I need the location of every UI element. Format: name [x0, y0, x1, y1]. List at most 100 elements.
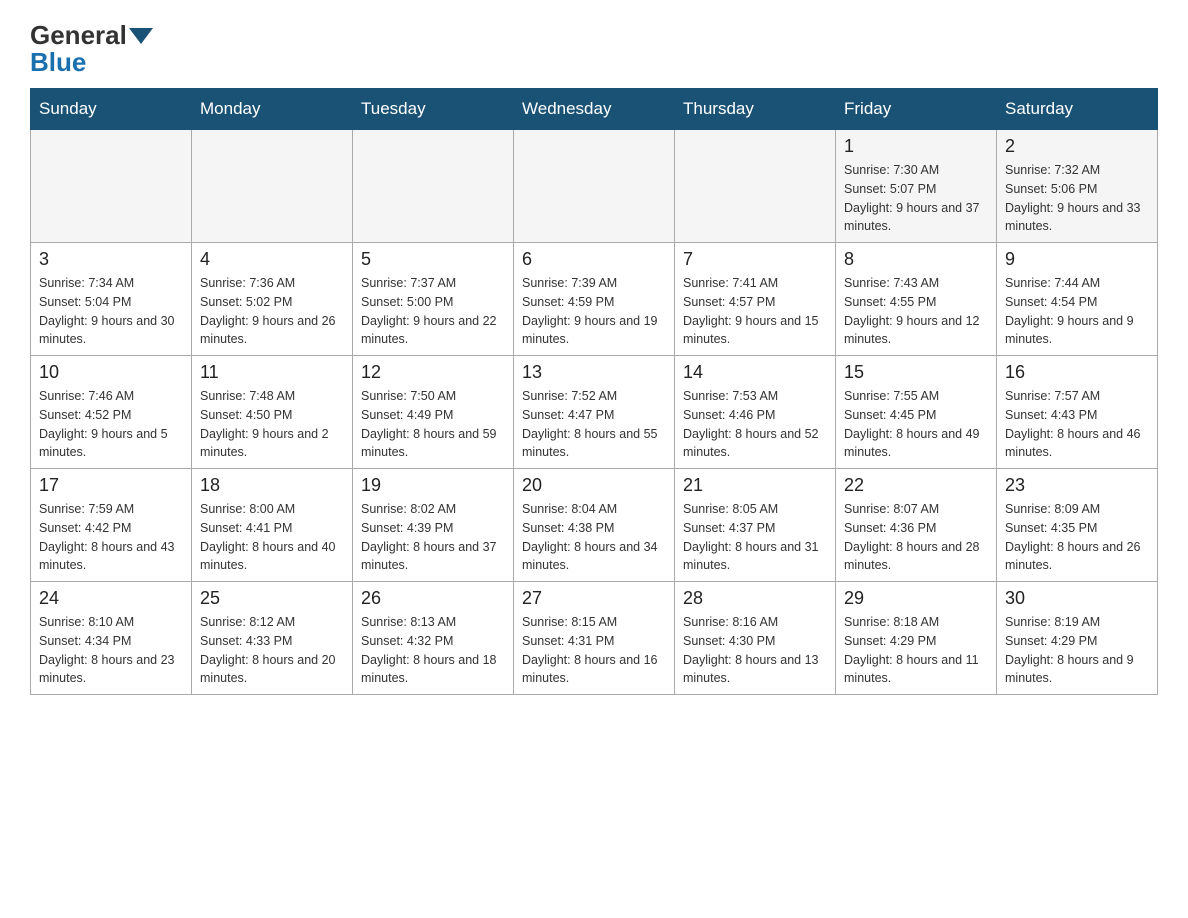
calendar-day-cell: 23Sunrise: 8:09 AM Sunset: 4:35 PM Dayli…: [997, 469, 1158, 582]
weekday-header-saturday: Saturday: [997, 89, 1158, 130]
weekday-header-row: SundayMondayTuesdayWednesdayThursdayFrid…: [31, 89, 1158, 130]
calendar-day-cell: 11 Sunrise: 7:48 AM Sunset: 4:50 PM Dayli…: [192, 356, 353, 469]
day-info: Sunrise: 8:19 AM Sunset: 4:29 PM Dayligh…: [1005, 613, 1149, 688]
calendar-table: SundayMondayTuesdayWednesdayThursdayFrid…: [30, 88, 1158, 695]
day-number: 11: [200, 362, 344, 383]
calendar-day-cell: 4Sunrise: 7:36 AM Sunset: 5:02 PM Daylig…: [192, 243, 353, 356]
calendar-day-cell: 1Sunrise: 7:30 AM Sunset: 5:07 PM Daylig…: [836, 130, 997, 243]
day-info: Sunrise: 7:48 AM Sunset: 4:50 PM Dayligh…: [200, 387, 344, 462]
day-number: 30: [1005, 588, 1149, 609]
calendar-day-cell: [31, 130, 192, 243]
calendar-week-row: 10 Sunrise: 7:46 AM Sunset: 4:52 PM Dayli…: [31, 356, 1158, 469]
day-number: 24: [39, 588, 183, 609]
calendar-day-cell: 28 Sunrise: 8:16 AM Sunset: 4:30 PM Dayli…: [675, 582, 836, 695]
day-info: Sunrise: 7:53 AM Sunset: 4:46 PM Dayligh…: [683, 387, 827, 462]
calendar-day-cell: [192, 130, 353, 243]
calendar-day-cell: 29Sunrise: 8:18 AM Sunset: 4:29 PM Dayli…: [836, 582, 997, 695]
weekday-header-friday: Friday: [836, 89, 997, 130]
weekday-header-monday: Monday: [192, 89, 353, 130]
day-number: 5: [361, 249, 505, 270]
day-number: 2: [1005, 136, 1149, 157]
calendar-day-cell: 9 Sunrise: 7:44 AM Sunset: 4:54 PM Daylig…: [997, 243, 1158, 356]
calendar-day-cell: 27 Sunrise: 8:15 AM Sunset: 4:31 PM Dayli…: [514, 582, 675, 695]
day-number: 12: [361, 362, 505, 383]
day-number: 26: [361, 588, 505, 609]
day-info: Sunrise: 8:02 AM Sunset: 4:39 PM Dayligh…: [361, 500, 505, 575]
page-header: General Blue: [30, 20, 1158, 78]
calendar-day-cell: 17 Sunrise: 7:59 AM Sunset: 4:42 PM Dayli…: [31, 469, 192, 582]
day-number: 15: [844, 362, 988, 383]
day-number: 8: [844, 249, 988, 270]
day-info: Sunrise: 7:44 AM Sunset: 4:54 PM Dayligh…: [1005, 274, 1149, 349]
day-info: Sunrise: 8:12 AM Sunset: 4:33 PM Dayligh…: [200, 613, 344, 688]
logo-arrow-icon: [129, 28, 153, 44]
day-info: Sunrise: 8:07 AM Sunset: 4:36 PM Dayligh…: [844, 500, 988, 575]
calendar-day-cell: 3 Sunrise: 7:34 AM Sunset: 5:04 PM Daylig…: [31, 243, 192, 356]
day-number: 16: [1005, 362, 1149, 383]
day-info: Sunrise: 8:16 AM Sunset: 4:30 PM Dayligh…: [683, 613, 827, 688]
logo[interactable]: General Blue: [30, 20, 155, 78]
day-info: Sunrise: 7:34 AM Sunset: 5:04 PM Dayligh…: [39, 274, 183, 349]
calendar-day-cell: [514, 130, 675, 243]
day-info: Sunrise: 7:55 AM Sunset: 4:45 PM Dayligh…: [844, 387, 988, 462]
day-info: Sunrise: 7:59 AM Sunset: 4:42 PM Dayligh…: [39, 500, 183, 575]
day-info: Sunrise: 8:15 AM Sunset: 4:31 PM Dayligh…: [522, 613, 666, 688]
day-info: Sunrise: 8:13 AM Sunset: 4:32 PM Dayligh…: [361, 613, 505, 688]
calendar-day-cell: 14 Sunrise: 7:53 AM Sunset: 4:46 PM Dayli…: [675, 356, 836, 469]
day-number: 7: [683, 249, 827, 270]
calendar-day-cell: 22 Sunrise: 8:07 AM Sunset: 4:36 PM Dayli…: [836, 469, 997, 582]
calendar-day-cell: 7Sunrise: 7:41 AM Sunset: 4:57 PM Daylig…: [675, 243, 836, 356]
calendar-day-cell: [675, 130, 836, 243]
calendar-day-cell: 30 Sunrise: 8:19 AM Sunset: 4:29 PM Dayli…: [997, 582, 1158, 695]
day-info: Sunrise: 8:18 AM Sunset: 4:29 PM Dayligh…: [844, 613, 988, 688]
day-number: 25: [200, 588, 344, 609]
calendar-day-cell: 20 Sunrise: 8:04 AM Sunset: 4:38 PM Dayli…: [514, 469, 675, 582]
calendar-day-cell: 12 Sunrise: 7:50 AM Sunset: 4:49 PM Dayli…: [353, 356, 514, 469]
calendar-week-row: 17 Sunrise: 7:59 AM Sunset: 4:42 PM Dayli…: [31, 469, 1158, 582]
calendar-week-row: 1Sunrise: 7:30 AM Sunset: 5:07 PM Daylig…: [31, 130, 1158, 243]
day-number: 3: [39, 249, 183, 270]
calendar-day-cell: 10 Sunrise: 7:46 AM Sunset: 4:52 PM Dayli…: [31, 356, 192, 469]
day-number: 13: [522, 362, 666, 383]
day-info: Sunrise: 7:39 AM Sunset: 4:59 PM Dayligh…: [522, 274, 666, 349]
day-number: 10: [39, 362, 183, 383]
calendar-day-cell: 18 Sunrise: 8:00 AM Sunset: 4:41 PM Dayli…: [192, 469, 353, 582]
day-number: 6: [522, 249, 666, 270]
day-number: 9: [1005, 249, 1149, 270]
day-info: Sunrise: 8:09 AM Sunset: 4:35 PM Dayligh…: [1005, 500, 1149, 575]
day-info: Sunrise: 7:43 AM Sunset: 4:55 PM Dayligh…: [844, 274, 988, 349]
calendar-day-cell: 25 Sunrise: 8:12 AM Sunset: 4:33 PM Dayli…: [192, 582, 353, 695]
calendar-day-cell: 24 Sunrise: 8:10 AM Sunset: 4:34 PM Dayli…: [31, 582, 192, 695]
day-info: Sunrise: 8:05 AM Sunset: 4:37 PM Dayligh…: [683, 500, 827, 575]
day-info: Sunrise: 7:46 AM Sunset: 4:52 PM Dayligh…: [39, 387, 183, 462]
day-number: 4: [200, 249, 344, 270]
day-info: Sunrise: 7:57 AM Sunset: 4:43 PM Dayligh…: [1005, 387, 1149, 462]
day-info: Sunrise: 7:37 AM Sunset: 5:00 PM Dayligh…: [361, 274, 505, 349]
calendar-day-cell: 6 Sunrise: 7:39 AM Sunset: 4:59 PM Daylig…: [514, 243, 675, 356]
day-number: 28: [683, 588, 827, 609]
day-number: 21: [683, 475, 827, 496]
day-info: Sunrise: 7:50 AM Sunset: 4:49 PM Dayligh…: [361, 387, 505, 462]
calendar-day-cell: 5 Sunrise: 7:37 AM Sunset: 5:00 PM Daylig…: [353, 243, 514, 356]
day-info: Sunrise: 8:10 AM Sunset: 4:34 PM Dayligh…: [39, 613, 183, 688]
day-number: 19: [361, 475, 505, 496]
logo-blue-text: Blue: [30, 47, 86, 78]
day-number: 17: [39, 475, 183, 496]
day-info: Sunrise: 8:00 AM Sunset: 4:41 PM Dayligh…: [200, 500, 344, 575]
calendar-day-cell: 15 Sunrise: 7:55 AM Sunset: 4:45 PM Dayli…: [836, 356, 997, 469]
calendar-week-row: 24 Sunrise: 8:10 AM Sunset: 4:34 PM Dayli…: [31, 582, 1158, 695]
day-number: 27: [522, 588, 666, 609]
day-number: 18: [200, 475, 344, 496]
calendar-day-cell: 21 Sunrise: 8:05 AM Sunset: 4:37 PM Dayli…: [675, 469, 836, 582]
calendar-day-cell: 13Sunrise: 7:52 AM Sunset: 4:47 PM Dayli…: [514, 356, 675, 469]
day-number: 14: [683, 362, 827, 383]
weekday-header-sunday: Sunday: [31, 89, 192, 130]
day-number: 20: [522, 475, 666, 496]
weekday-header-wednesday: Wednesday: [514, 89, 675, 130]
calendar-week-row: 3 Sunrise: 7:34 AM Sunset: 5:04 PM Daylig…: [31, 243, 1158, 356]
day-number: 22: [844, 475, 988, 496]
calendar-day-cell: 2Sunrise: 7:32 AM Sunset: 5:06 PM Daylig…: [997, 130, 1158, 243]
calendar-day-cell: 8 Sunrise: 7:43 AM Sunset: 4:55 PM Daylig…: [836, 243, 997, 356]
day-info: Sunrise: 8:04 AM Sunset: 4:38 PM Dayligh…: [522, 500, 666, 575]
day-number: 1: [844, 136, 988, 157]
